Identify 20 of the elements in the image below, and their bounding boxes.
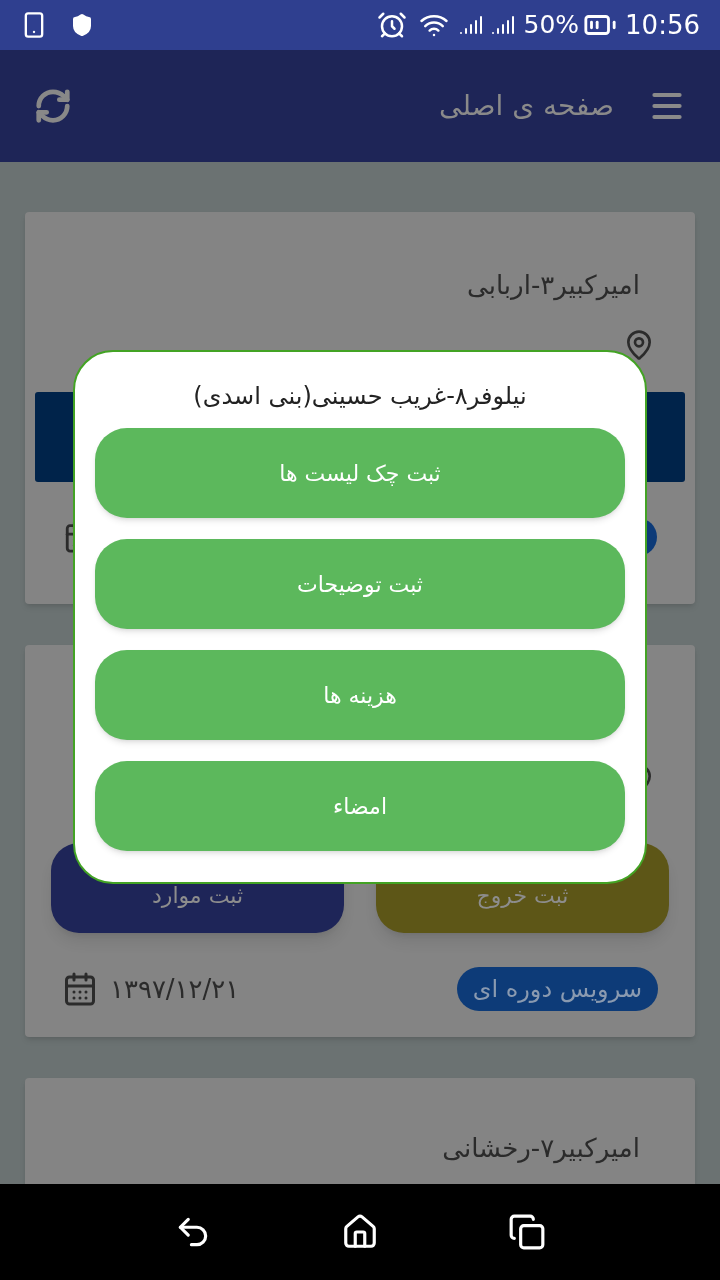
clock: 10:56: [625, 8, 700, 42]
dialog-button[interactable]: هزینه ها: [95, 650, 625, 740]
alarm-icon: [377, 10, 408, 40]
date: ۱۳۹۷/۱۲/۲۱: [110, 972, 240, 1006]
card-title: امیرکبیر۳-اربابی: [467, 270, 640, 300]
badge: سرویس دوره ای: [456, 967, 658, 1011]
dialog-title: نیلوفر۸-غریب حسینی(بنی اسدی): [193, 381, 527, 412]
card-title: امیرکبیر۷-رخشانی: [442, 1133, 640, 1163]
dialog-button[interactable]: ثبت توضیحات: [95, 539, 625, 629]
signal-icon: [459, 13, 484, 37]
shield-icon: [70, 13, 94, 37]
dialog-button[interactable]: ثبت چک لیست ها: [95, 428, 625, 518]
calendar-icon: [62, 971, 98, 1007]
signal-icon: [491, 13, 516, 37]
app-title: صفحه ی اصلی: [439, 88, 614, 124]
dialog-button[interactable]: امضاء: [95, 761, 625, 851]
home-icon[interactable]: [341, 1213, 379, 1251]
refresh-icon[interactable]: [34, 87, 72, 125]
battery-percent: 50%: [523, 9, 580, 42]
recents-icon[interactable]: [507, 1213, 546, 1251]
